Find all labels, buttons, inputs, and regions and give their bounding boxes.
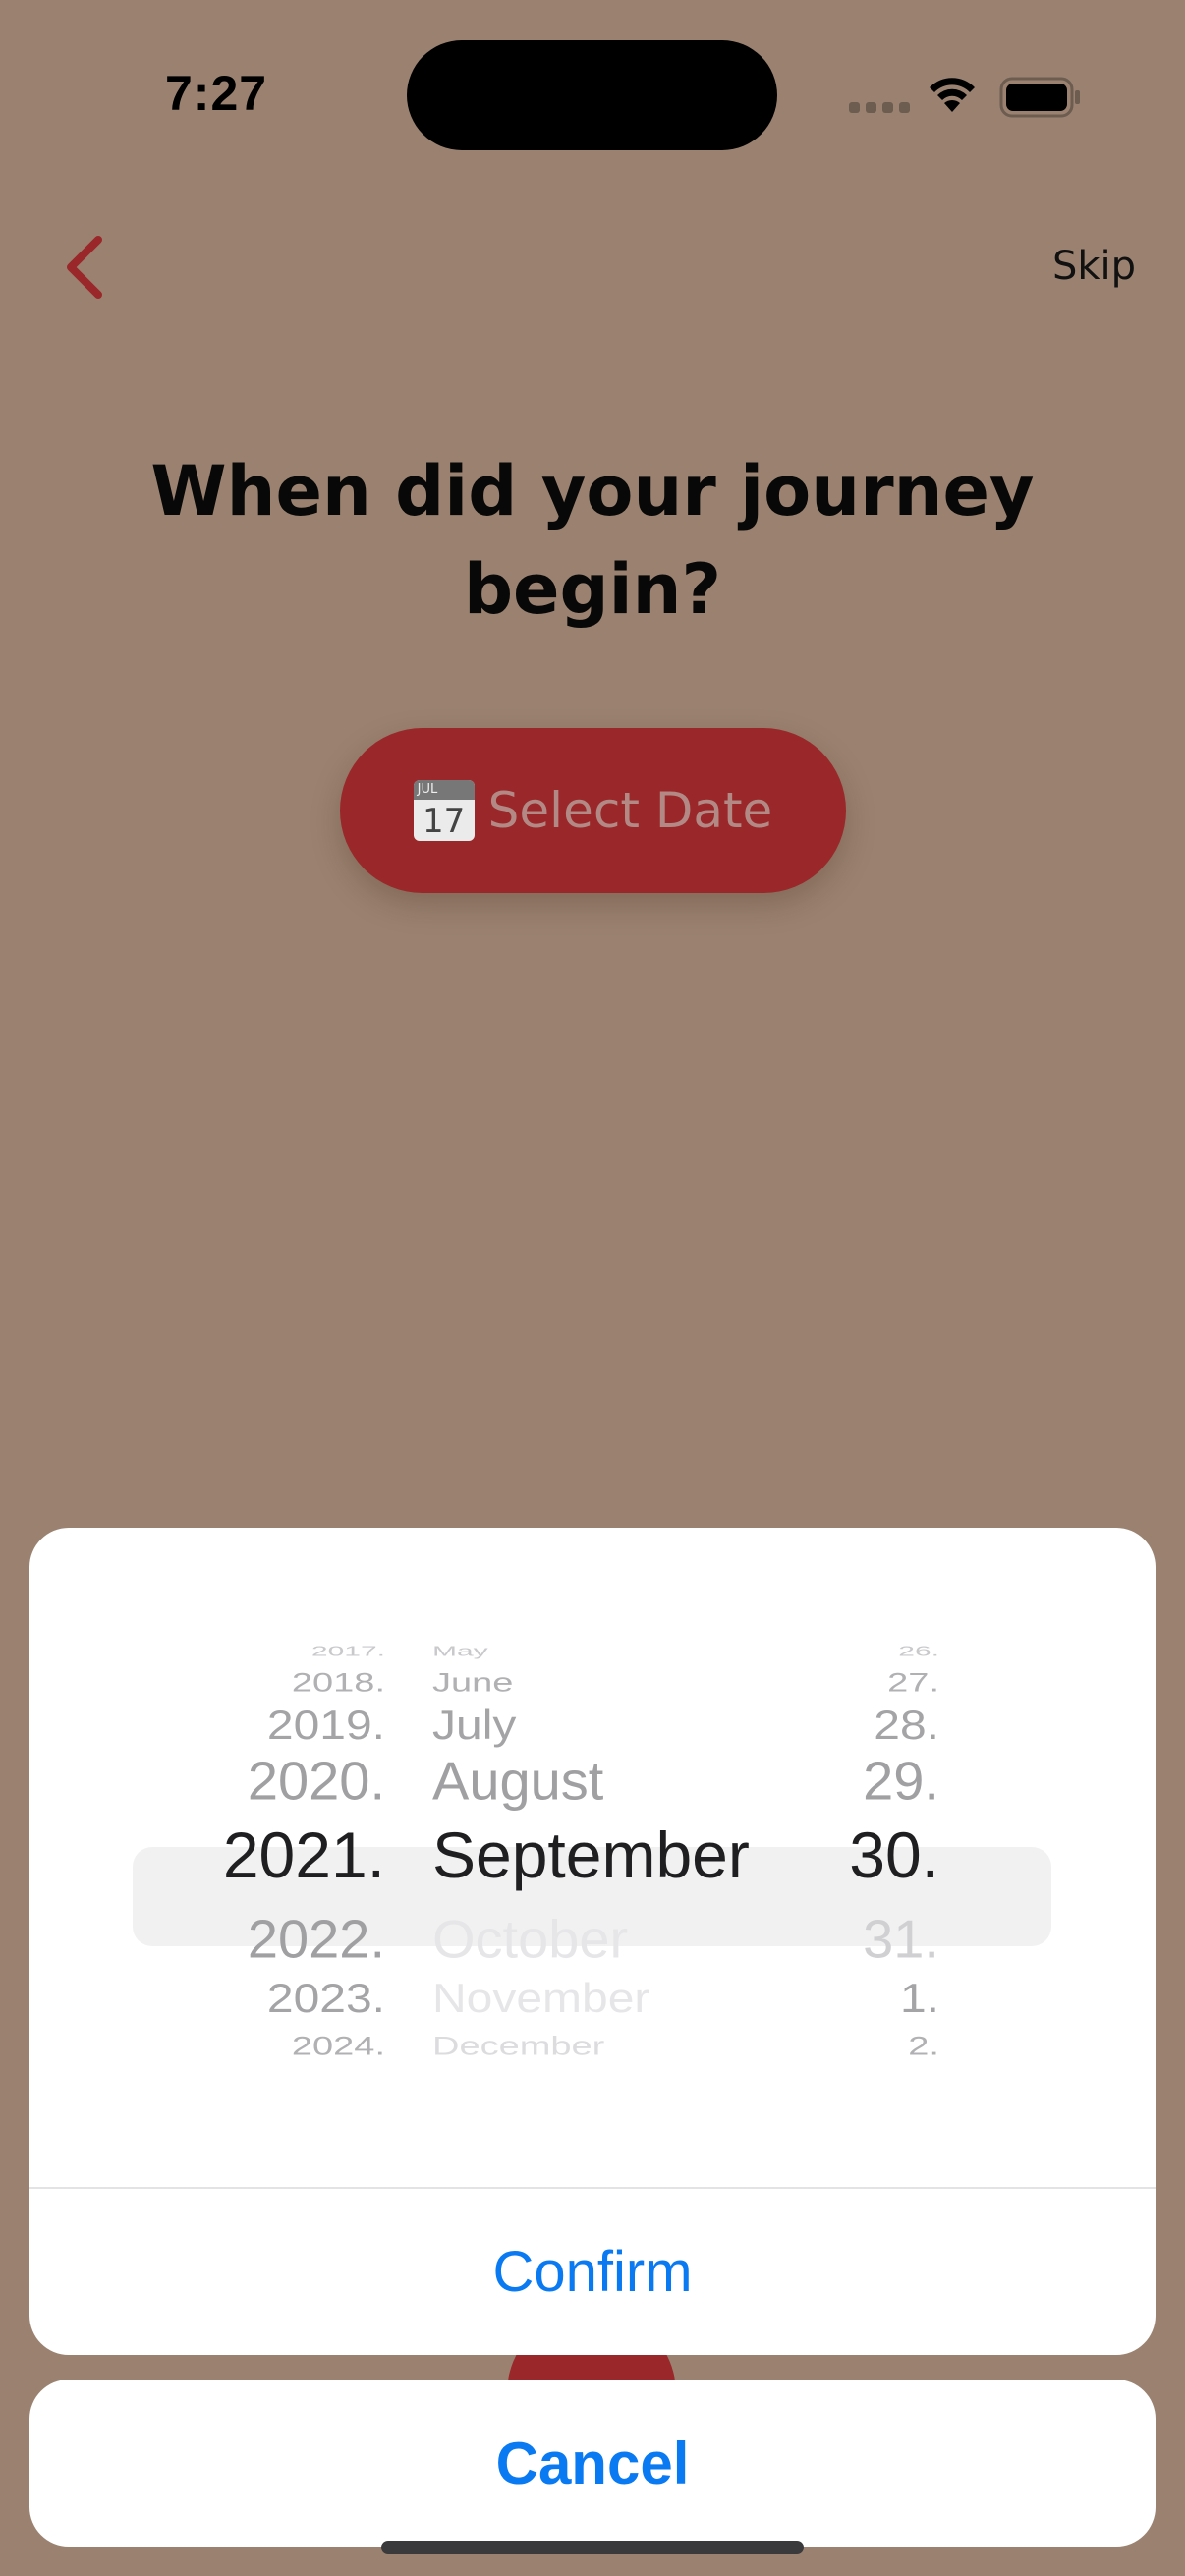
day-option[interactable]: 27. (887, 1670, 939, 1697)
year-option[interactable]: 2017. (311, 1644, 385, 1659)
year-option[interactable]: 2019. (267, 1706, 385, 1746)
status-time: 7:27 (165, 66, 268, 121)
battery-icon (999, 77, 1080, 118)
year-option[interactable]: 2018. (292, 1670, 385, 1697)
date-picker-sheet: 2017. 2018. 2019. 2020. 2021. 2022. 2023. 2024.… (29, 1528, 1156, 2355)
calendar-icon-day: 17 (423, 802, 466, 841)
home-indicator (381, 2541, 804, 2554)
year-option[interactable]: 2024. (292, 2034, 385, 2060)
year-option[interactable]: 2020. (248, 1754, 385, 1808)
month-option[interactable]: September (432, 1822, 750, 1887)
year-option[interactable]: 2022. (248, 1912, 385, 1966)
day-option[interactable]: 29. (863, 1754, 939, 1808)
title-line-1: When did your journey (150, 451, 1035, 532)
month-option[interactable]: December (432, 2034, 604, 2060)
day-option[interactable]: 30. (849, 1822, 939, 1887)
select-date-button[interactable]: JUL 17 Select Date (340, 728, 846, 893)
dynamic-island (407, 40, 777, 150)
month-option[interactable]: May (432, 1644, 488, 1659)
wifi-icon (930, 78, 975, 112)
month-option[interactable]: October (432, 1912, 628, 1966)
month-option[interactable]: July (432, 1706, 516, 1746)
day-option[interactable]: 31. (863, 1912, 939, 1966)
select-date-label: Select Date (487, 782, 773, 839)
year-option[interactable]: 2021. (223, 1822, 385, 1887)
day-option[interactable]: 1. (900, 1979, 939, 2019)
month-option[interactable]: June (432, 1670, 513, 1697)
calendar-icon-month: JUL (417, 782, 438, 797)
month-option[interactable]: November (432, 1979, 649, 2019)
skip-button[interactable]: Skip (1052, 244, 1136, 289)
cellular-icon (849, 102, 910, 113)
title-line-2: begin? (463, 549, 722, 630)
day-option[interactable]: 2. (908, 2034, 939, 2060)
day-option[interactable]: 26. (898, 1644, 939, 1659)
calendar-icon: JUL 17 (413, 780, 475, 841)
date-picker-wheel[interactable]: 2017. 2018. 2019. 2020. 2021. 2022. 2023. 2024.… (29, 1577, 1156, 2068)
month-option[interactable]: August (432, 1754, 603, 1808)
cancel-button[interactable]: Cancel (29, 2380, 1156, 2547)
day-option[interactable]: 28. (874, 1706, 939, 1746)
back-chevron-icon[interactable] (55, 228, 114, 307)
confirm-button[interactable]: Confirm (29, 2189, 1156, 2355)
page-title: When did your journey begin? (118, 442, 1067, 639)
year-option[interactable]: 2023. (267, 1979, 385, 2019)
